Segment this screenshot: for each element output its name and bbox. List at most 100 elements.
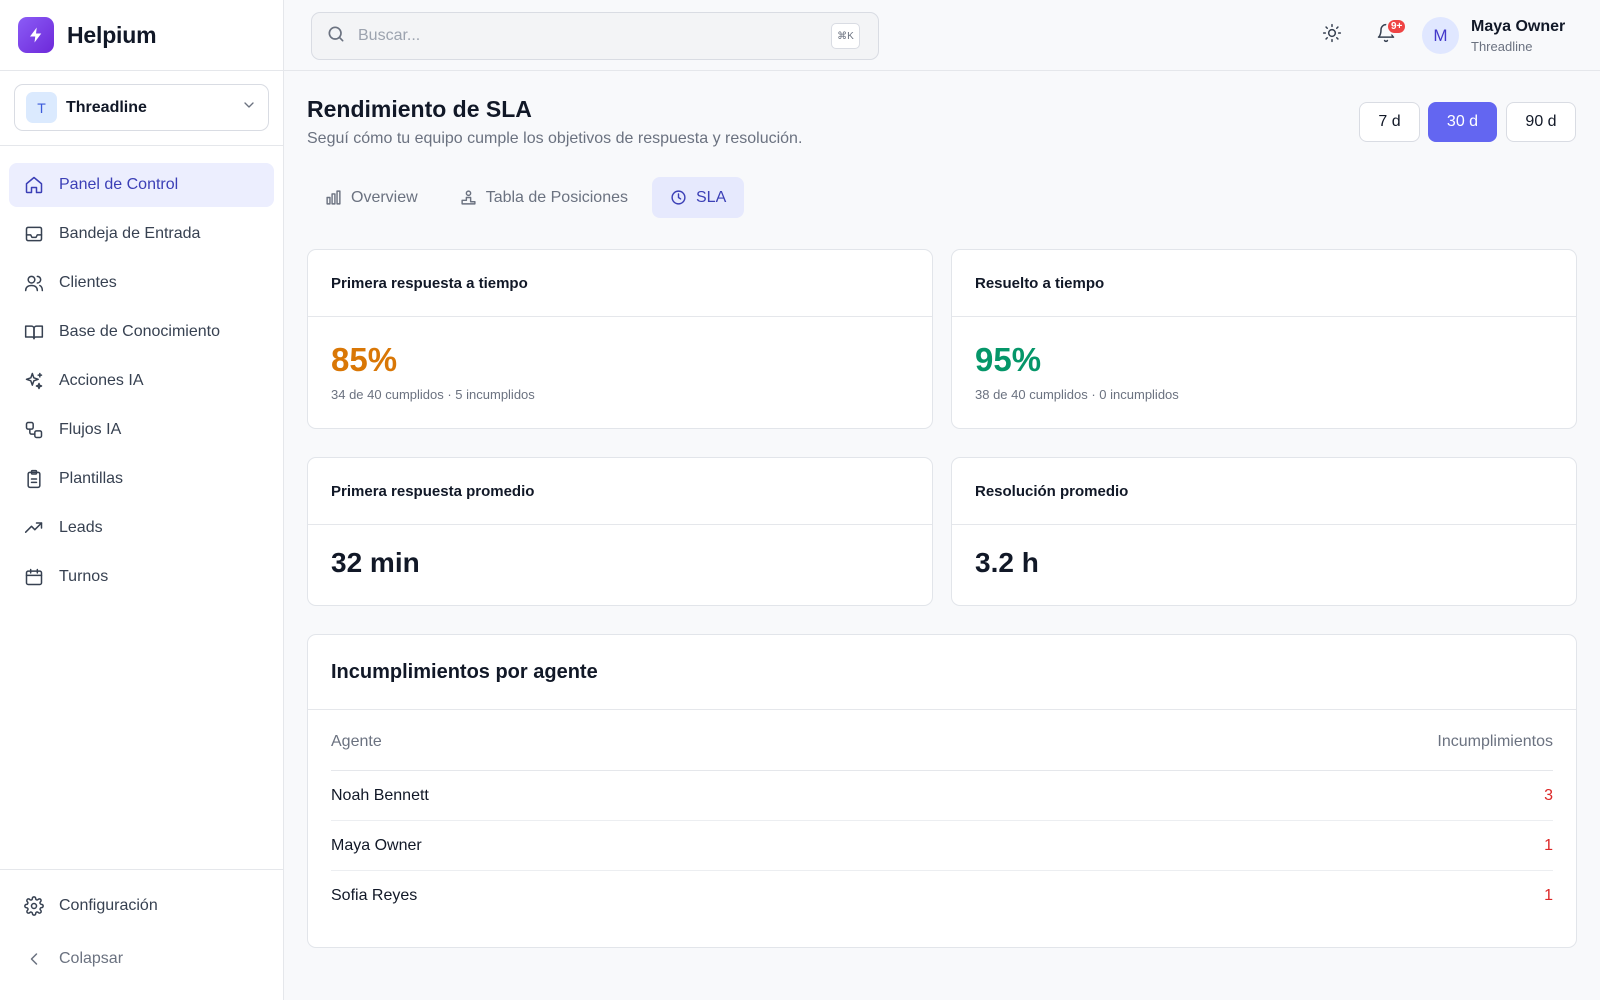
sidebar-item-bandeja-de-entrada[interactable]: Bandeja de Entrada [9,212,274,256]
home-icon [23,174,45,196]
tab-label: Overview [351,188,418,206]
card-title: Primera respuesta promedio [308,458,932,525]
first-response-on-time-value: 85% [331,341,398,378]
trending-up-icon [23,517,45,539]
breach-count: 3 [1544,786,1553,804]
table-row: Maya Owner 1 [331,821,1553,871]
workspace-avatar: T [26,92,57,123]
table-row: Sofia Reyes 1 [331,871,1553,921]
sidebar-item-base-de-conocimiento[interactable]: Base de Conocimiento [9,310,274,354]
breach-count: 1 [1544,836,1553,854]
tab-overview[interactable]: Overview [307,177,436,218]
theme-toggle-button[interactable] [1318,21,1346,49]
sparkles-icon [23,370,45,392]
avg-resolution-value: 3.2 h [975,547,1039,578]
sidebar-nav: Panel de Control Bandeja de Entrada Clie… [0,146,283,599]
inbox-icon [23,223,45,245]
resolved-on-time-detail: 38 de 40 cumplidos · 0 incumplidos [975,387,1179,402]
card-title: Resuelto a tiempo [952,250,1576,317]
user-org: Threadline [1471,38,1533,54]
collapse-label: Colapsar [59,950,124,967]
gear-icon [23,895,45,917]
workflow-icon [23,419,45,441]
avatar: M [1422,17,1459,54]
column-header-agent: Agente [331,733,382,750]
sidebar-item-label: Base de Conocimiento [59,323,220,340]
range-7d-button[interactable]: 7 d [1359,102,1420,142]
page-subtitle: Seguí cómo tu equipo cumple los objetivo… [307,130,803,147]
workspace-selector[interactable]: T Threadline [14,84,269,131]
sidebar: Helpium T Threadline Panel de Control Ba… [0,0,284,1000]
main-content: Rendimiento de SLA Seguí cómo tu equipo … [284,71,1600,1000]
lightning-icon [18,17,54,53]
sidebar-item-label: Clientes [59,274,117,291]
search-input[interactable] [358,27,798,45]
breaches-title: Incumplimientos por agente [308,635,1576,710]
breaches-table: Agente Incumplimientos Noah Bennett 3 Ma… [331,733,1553,921]
sidebar-item-label: Panel de Control [59,176,179,193]
clipboard-icon [23,468,45,490]
sidebar-item-turnos[interactable]: Turnos [9,555,274,599]
tab-label: Tabla de Posiciones [485,188,628,206]
card-avg-resolution: Resolución promedio 3.2 h [951,457,1577,606]
table-header: Agente Incumplimientos [331,733,1553,771]
search-icon [326,24,346,49]
breach-count: 1 [1544,887,1553,904]
user-name: Maya Owner [1471,17,1566,35]
sidebar-item-flujos-ia[interactable]: Flujos IA [9,408,274,452]
sidebar-item-label: Plantillas [59,470,124,487]
tab-sla[interactable]: SLA [652,177,745,218]
tabs: Overview Tabla de Posiciones SLA [307,177,750,218]
bar-chart-icon [325,189,342,206]
sidebar-item-clientes[interactable]: Clientes [9,261,274,305]
page-title: Rendimiento de SLA [307,96,532,122]
breaches-card: Incumplimientos por agente Agente Incump… [307,634,1577,948]
card-resolved-on-time: Resuelto a tiempo 95% 38 de 40 cumplidos… [951,249,1577,429]
book-icon [23,321,45,343]
topbar: ⌘K 9+ M Maya Owner Threadline [284,0,1600,71]
brand-name: Helpium [67,21,157,48]
range-90d-button[interactable]: 90 d [1506,102,1576,142]
sidebar-item-leads[interactable]: Leads [9,506,274,550]
agent-name: Maya Owner [331,836,422,854]
avg-first-response-value: 32 min [331,547,420,578]
user-menu[interactable]: M Maya Owner Threadline [1422,17,1565,54]
search-box[interactable]: ⌘K [311,12,879,60]
workspace-name: Threadline [66,98,147,116]
sidebar-item-plantillas[interactable]: Plantillas [9,457,274,501]
card-title: Primera respuesta a tiempo [308,250,932,317]
clock-icon [670,189,687,206]
table-row: Noah Bennett 3 [331,771,1553,821]
sidebar-item-label: Flujos IA [59,421,122,438]
settings-label: Configuración [59,897,158,914]
notifications-button[interactable]: 9+ [1372,18,1408,49]
calendar-icon [23,566,45,588]
card-avg-first-response: Primera respuesta promedio 32 min [307,457,933,606]
card-title: Resolución promedio [952,458,1576,525]
chevron-left-icon [23,948,45,970]
tab-tabla-de-posiciones[interactable]: Tabla de Posiciones [442,177,646,218]
notification-badge: 9+ [1386,18,1408,35]
collapse-sidebar-button[interactable]: Colapsar [9,937,274,981]
chevron-down-icon [241,97,257,118]
sidebar-item-acciones-ia[interactable]: Acciones IA [9,359,274,403]
column-header-breaches: Incumplimientos [1437,733,1553,750]
users-icon [23,272,45,294]
sidebar-item-label: Turnos [59,568,109,585]
brand: Helpium [0,0,283,71]
podium-icon [460,189,477,206]
agent-name: Noah Bennett [331,786,429,804]
resolved-on-time-value: 95% [975,341,1042,378]
sidebar-item-label: Bandeja de Entrada [59,225,201,242]
sun-icon [1322,23,1342,48]
sidebar-item-label: Leads [59,519,103,536]
first-response-on-time-detail: 34 de 40 cumplidos · 5 incumplidos [331,387,535,402]
settings-button[interactable]: Configuración [9,884,274,928]
sidebar-item-label: Acciones IA [59,372,144,389]
sidebar-item-panel-de-control[interactable]: Panel de Control [9,163,274,207]
shortcut-hint: ⌘K [831,23,860,49]
agent-name: Sofia Reyes [331,887,418,904]
card-first-response-on-time: Primera respuesta a tiempo 85% 34 de 40 … [307,249,933,429]
tab-label: SLA [696,188,727,206]
range-30d-button[interactable]: 30 d [1428,102,1497,142]
